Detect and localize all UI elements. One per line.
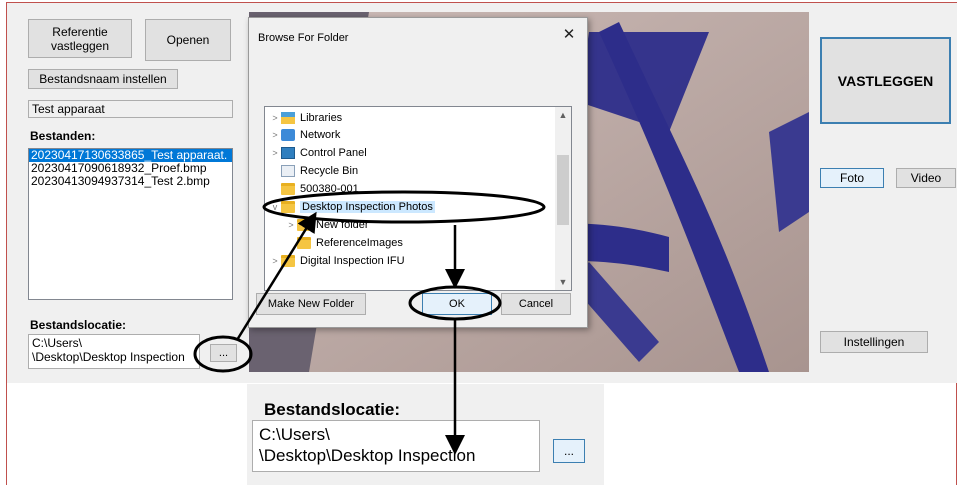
tree-item-500380-001[interactable]: 500380-001: [269, 180, 359, 197]
make-new-folder-button[interactable]: Make New Folder: [256, 293, 366, 315]
location-field: C:\Users\ \Desktop\Desktop Inspection: [28, 334, 200, 369]
foto-button[interactable]: Foto: [820, 168, 884, 188]
chevron-up-icon[interactable]: ▲: [555, 107, 571, 123]
tree-item-digital-inspection-ifu[interactable]: > Digital Inspection IFU: [269, 252, 405, 269]
chevron-down-icon[interactable]: ▼: [555, 274, 571, 290]
name-field[interactable]: Test apparaat: [28, 100, 233, 118]
tree-item-control-panel[interactable]: > Control Panel: [269, 144, 367, 161]
video-button[interactable]: Video: [896, 168, 956, 188]
dialog-title: Browse For Folder: [258, 32, 349, 44]
file-list[interactable]: 20230417130633865_Test apparaat. 2023041…: [28, 148, 233, 300]
folder-icon: [297, 236, 311, 249]
tree-item-reference-images[interactable]: ReferenceImages: [285, 234, 403, 251]
cancel-button[interactable]: Cancel: [501, 293, 571, 315]
chevron-right-icon[interactable]: >: [269, 130, 281, 140]
tree-item-desktop-inspection-photos[interactable]: v Desktop Inspection Photos: [269, 198, 435, 215]
bestanden-label: Bestanden:: [30, 129, 96, 143]
zoom-callout: Bestandslocatie: C:\Users\ \Desktop\Desk…: [247, 384, 604, 485]
tree-item-label: Recycle Bin: [300, 164, 359, 177]
tree-item-label: Desktop Inspection Photos: [300, 200, 435, 213]
folder-icon: [281, 200, 295, 213]
control-panel-icon: [281, 146, 295, 159]
network-icon: [281, 128, 295, 141]
tree-scrollbar[interactable]: ▲ ▼: [555, 107, 571, 290]
chevron-right-icon[interactable]: >: [269, 148, 281, 158]
chevron-right-icon[interactable]: >: [285, 220, 297, 230]
libraries-icon: [281, 111, 295, 124]
tree-item-label: Libraries: [300, 111, 343, 124]
chevron-down-icon[interactable]: v: [269, 202, 281, 212]
scrollbar-thumb[interactable]: [557, 155, 569, 225]
tree-item-new-folder[interactable]: > New folder: [285, 216, 369, 233]
bestandsnaam-instellen-button[interactable]: Bestandsnaam instellen: [28, 69, 178, 89]
tree-item-recycle-bin[interactable]: Recycle Bin: [269, 162, 358, 179]
recycle-bin-icon: [281, 164, 295, 177]
close-icon[interactable]: ✕: [559, 25, 579, 45]
zoom-location-field: C:\Users\ \Desktop\Desktop Inspection: [252, 420, 540, 472]
folder-icon: [281, 182, 295, 195]
list-item[interactable]: 20230413094937314_Test 2.bmp: [29, 175, 232, 188]
tree-item-label: ReferenceImages: [316, 236, 403, 249]
vastleggen-button[interactable]: VASTLEGGEN: [820, 37, 951, 124]
folder-icon: [297, 218, 311, 231]
folder-tree[interactable]: > Libraries > Network > Control Panel Re…: [264, 106, 572, 291]
bestandslocatie-label: Bestandslocatie:: [30, 318, 127, 332]
tree-item-libraries[interactable]: > Libraries: [269, 109, 342, 126]
folder-icon: [281, 254, 295, 267]
zoom-browse-button[interactable]: ...: [553, 439, 585, 463]
ok-button[interactable]: OK: [422, 293, 492, 315]
tree-item-label: Digital Inspection IFU: [300, 254, 405, 267]
tree-item-label: 500380-001: [300, 182, 359, 195]
referentie-vastleggen-button[interactable]: Referentie vastleggen: [28, 19, 132, 58]
chevron-right-icon[interactable]: >: [269, 256, 281, 266]
zoom-bestandslocatie-label: Bestandslocatie:: [264, 400, 401, 419]
tree-item-label: Control Panel: [300, 146, 367, 159]
tree-item-label: New folder: [316, 218, 369, 231]
tree-item-label: Network: [300, 128, 341, 141]
browse-button[interactable]: ...: [210, 344, 237, 362]
instellingen-button[interactable]: Instellingen: [820, 331, 928, 353]
openen-button[interactable]: Openen: [145, 19, 231, 61]
tree-item-network[interactable]: > Network: [269, 126, 340, 143]
browse-folder-dialog: Browse For Folder ✕ > Libraries > Networ…: [248, 17, 588, 328]
chevron-right-icon[interactable]: >: [269, 113, 281, 123]
